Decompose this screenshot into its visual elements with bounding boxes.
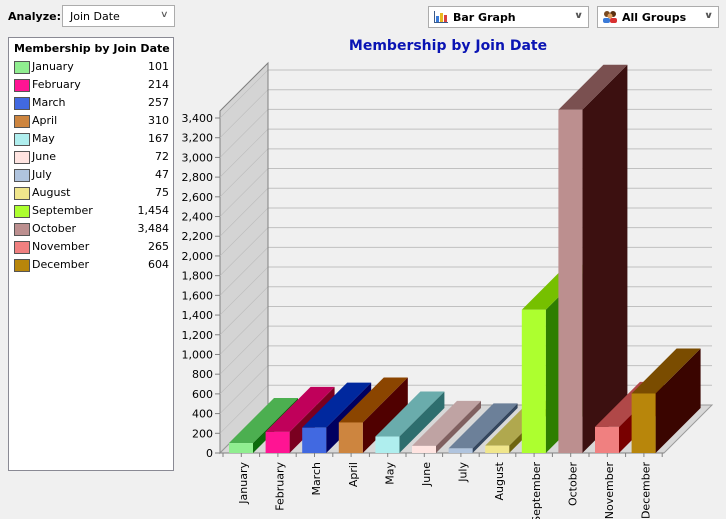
chart-left-wall (219, 61, 269, 455)
x-tick-label: December (640, 462, 653, 519)
bar-june (412, 445, 436, 453)
bar-chart: 0 200 400 600 800 1,000 1,200 1,400 1,600 1,800 2,… (182, 61, 714, 519)
x-tick-label: March (310, 462, 323, 496)
y-tick-label: 2,800 (182, 171, 214, 184)
x-tick-label: August (493, 461, 506, 500)
y-tick-label: 200 (192, 427, 213, 440)
bar-october (558, 109, 583, 454)
x-tick-label: April (347, 462, 360, 487)
bar-april (338, 422, 363, 453)
x-tick-label: October (566, 462, 579, 506)
y-tick-label: 1,600 (182, 289, 214, 302)
bar-march (302, 427, 327, 453)
bar-january (229, 443, 253, 453)
x-tick-label: June (420, 462, 433, 487)
y-tick-label: 800 (192, 368, 213, 381)
y-tick-label: 2,200 (182, 230, 214, 243)
y-tick-label: 3,400 (182, 112, 214, 125)
x-tick-label: September (530, 462, 543, 519)
y-tick-label: 400 (192, 408, 213, 421)
x-tick-label: January (237, 462, 250, 505)
x-tick-label: November (603, 462, 616, 519)
y-tick-label: 1,200 (182, 329, 214, 342)
bar-side-october (582, 64, 628, 454)
bar-december (631, 393, 656, 453)
bar-september (521, 309, 546, 453)
bar-july (448, 448, 473, 453)
y-tick-label: 0 (206, 447, 213, 460)
x-tick-label: July (457, 462, 470, 483)
x-tick-label: February (274, 462, 287, 511)
y-tick-label: 3,200 (182, 132, 214, 145)
bar-may (375, 436, 400, 453)
y-tick-label: 3,000 (182, 151, 214, 164)
y-tick-label: 600 (192, 388, 213, 401)
bar-august (485, 445, 510, 453)
y-tick-label: 1,000 (182, 348, 214, 361)
bar-november (595, 426, 619, 453)
y-tick-label: 2,400 (182, 211, 214, 224)
y-tick-label: 2,000 (182, 250, 214, 263)
y-tick-label: 1,800 (182, 270, 214, 283)
y-tick-label: 1,400 (182, 309, 214, 322)
x-tick-label: May (383, 462, 396, 485)
bar-february (265, 431, 290, 453)
y-tick-label: 2,600 (182, 191, 214, 204)
